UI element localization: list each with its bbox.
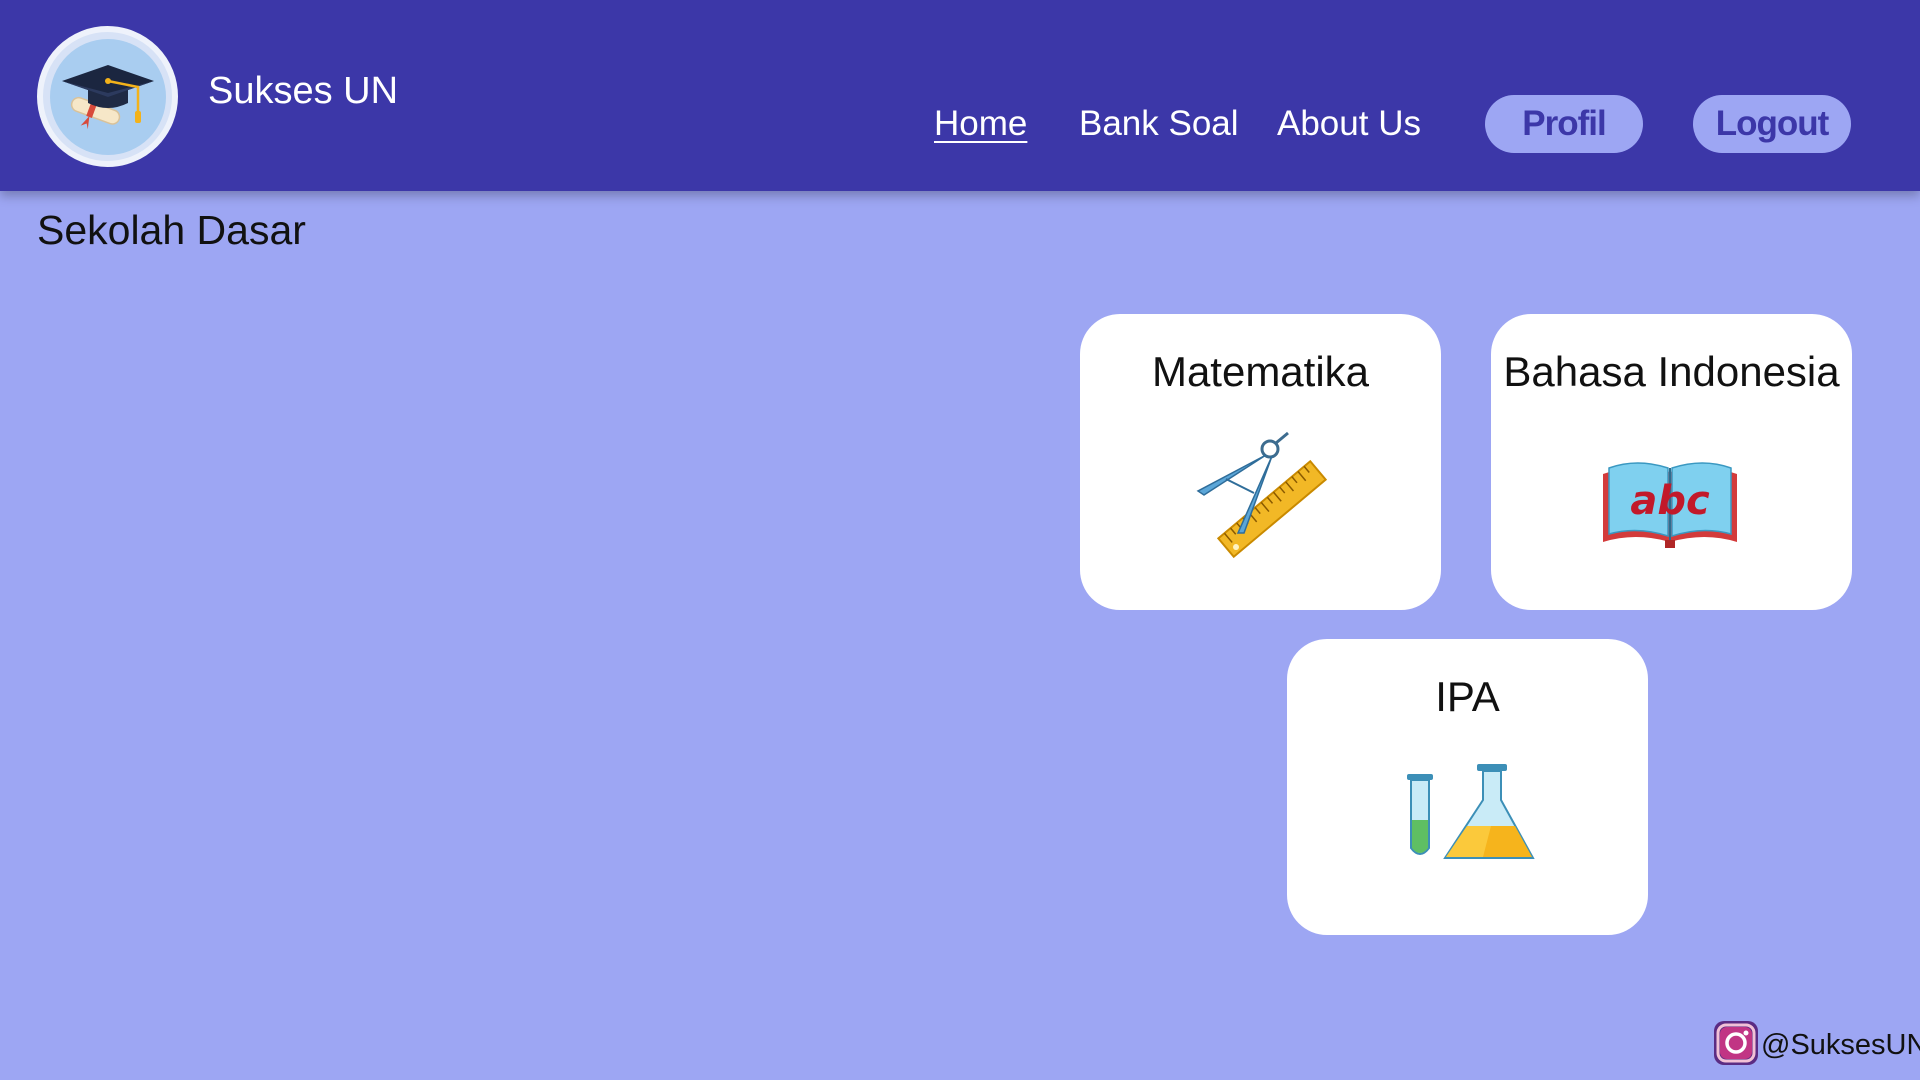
subject-card-matematika[interactable]: Matematika [1080, 314, 1441, 610]
logout-button[interactable]: Logout [1693, 95, 1851, 153]
subject-title: IPA [1435, 673, 1500, 720]
brand-name: Sukses UN [208, 70, 399, 112]
subject-title: Bahasa Indonesia [1503, 348, 1840, 395]
page-title: Sekolah Dasar [37, 207, 306, 253]
instagram-link[interactable]: @SuksesUN [1713, 1020, 1920, 1071]
graduation-cap-icon [49, 38, 166, 155]
instagram-icon [1713, 1020, 1759, 1071]
abc-book-icon: abc [1599, 454, 1741, 559]
nav-bank-soal-link[interactable]: Bank Soal [1079, 104, 1239, 144]
subject-card-ipa[interactable]: IPA [1287, 639, 1648, 935]
lab-flask-icon [1405, 764, 1535, 869]
nav-home-link[interactable]: Home [934, 104, 1027, 144]
nav-about-us-link[interactable]: About Us [1277, 104, 1421, 144]
ruler-compass-icon [1192, 429, 1332, 564]
brand-logo[interactable] [37, 26, 178, 167]
profile-button[interactable]: Profil [1485, 95, 1643, 153]
instagram-handle: @SuksesUN [1761, 1028, 1920, 1061]
top-header: Sukses UN Home Bank Soal About Us Profil… [0, 0, 1920, 191]
subject-card-bahasa-indonesia[interactable]: Bahasa Indonesia abc [1491, 314, 1852, 610]
subject-title: Matematika [1151, 348, 1370, 395]
svg-text:abc: abc [1630, 478, 1710, 524]
